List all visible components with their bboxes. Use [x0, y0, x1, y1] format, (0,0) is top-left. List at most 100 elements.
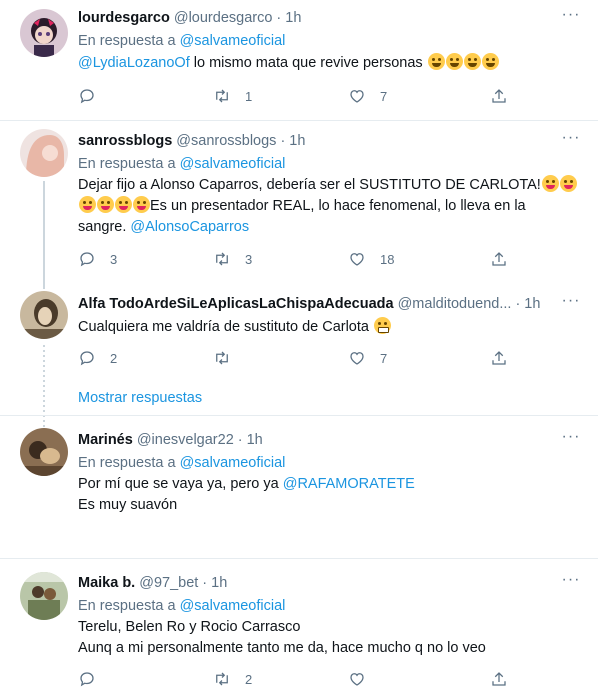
reply-to-link[interactable]: @salvameoficial: [180, 455, 286, 471]
timestamp[interactable]: 1h: [247, 430, 263, 450]
reply-button[interactable]: [78, 87, 213, 105]
retweet-button[interactable]: [213, 349, 348, 367]
reply-to-link[interactable]: @salvameoficial: [180, 33, 286, 49]
timestamp[interactable]: 1h: [285, 8, 301, 28]
reply-to-link[interactable]: @salvameoficial: [180, 598, 286, 614]
user-handle[interactable]: @malditoduend...: [398, 294, 512, 314]
more-icon[interactable]: ···: [560, 293, 582, 314]
separator-dot: ·: [280, 133, 286, 149]
share-icon: [492, 252, 506, 266]
user-handle[interactable]: @lourdesgarco: [174, 8, 273, 28]
user-handle[interactable]: @inesvelgar22: [137, 430, 234, 450]
separator-dot: ·: [515, 296, 521, 312]
tweet-actions: 2: [78, 669, 508, 689]
user-handle[interactable]: @97_bet: [139, 573, 198, 593]
tweet-text-line: Aunq a mi personalmente tanto me da, hac…: [78, 640, 486, 656]
like-count: 7: [380, 88, 388, 104]
rofl-emoji-icon: [445, 53, 463, 70]
tweet-text: @LydiaLozanoOf lo mismo mata que revive …: [78, 53, 582, 74]
avatar[interactable]: [20, 572, 68, 620]
tweet-text-line: Por mí que se vaya ya, pero ya: [78, 476, 283, 492]
reply-button[interactable]: [78, 670, 213, 688]
timestamp[interactable]: 1h: [211, 573, 227, 593]
retweet-count: 2: [245, 671, 253, 687]
timestamp[interactable]: 1h: [524, 294, 540, 314]
share-icon: [492, 672, 506, 686]
retweet-count: 1: [245, 88, 253, 104]
share-button[interactable]: [490, 250, 508, 268]
reply-button[interactable]: 2: [78, 349, 213, 367]
tweet-text-line: Dejar fijo a Alonso Caparros, debería se…: [78, 177, 541, 193]
thread-line: [43, 281, 45, 289]
joy-emoji-icon: [427, 53, 445, 70]
more-icon[interactable]: ···: [560, 7, 582, 28]
tweet-actions: 3 3 18: [78, 249, 508, 269]
tweet-maika[interactable]: Maika b. @97_bet · 1h En respuesta a @sa…: [0, 559, 598, 699]
tweet-text-body: lo mismo mata que revive personas: [189, 55, 427, 71]
reply-prefix: En respuesta a: [78, 598, 176, 614]
reply-context: En respuesta a @salvameoficial: [78, 453, 582, 473]
reply-count: 2: [110, 350, 118, 366]
thread-line: [43, 181, 45, 281]
show-replies-link[interactable]: Mostrar respuestas: [78, 388, 202, 408]
tweet-actions: 1 7: [78, 86, 508, 106]
reply-context: En respuesta a @salvameoficial: [78, 31, 582, 51]
tongue-wink-emoji-icon: [97, 196, 114, 213]
mention-link[interactable]: @AlonsoCaparros: [130, 219, 249, 235]
timestamp[interactable]: 1h: [289, 131, 305, 151]
reply-icon: [80, 252, 94, 267]
tweet-text-line: Terelu, Belen Ro y Rocio Carrasco: [78, 619, 301, 635]
retweet-button[interactable]: 2: [213, 670, 348, 688]
like-icon: [350, 352, 364, 365]
avatar[interactable]: [20, 129, 68, 177]
tweet-text-line: sangre.: [78, 219, 131, 235]
tweet-text: Terelu, Belen Ro y Rocio Carrasco Aunq a…: [78, 617, 582, 659]
user-name[interactable]: Alfa TodoArdeSiLeAplicasLaChispaAdecuada: [78, 294, 394, 314]
like-button[interactable]: 7: [348, 349, 483, 367]
separator-dot: ·: [237, 432, 243, 448]
reply-button[interactable]: 3: [78, 250, 213, 268]
thread-dots: [43, 345, 45, 457]
tweet-lourdesgarco[interactable]: lourdesgarco @lourdesgarco · 1h En respu…: [0, 0, 598, 120]
user-name[interactable]: lourdesgarco: [78, 8, 170, 28]
retweet-icon: [216, 252, 228, 266]
mention-link[interactable]: @LydiaLozanoOf: [78, 55, 190, 71]
tweet-alfa[interactable]: Alfa TodoArdeSiLeAplicasLaChispaAdecuada…: [0, 281, 598, 457]
like-button[interactable]: [348, 670, 483, 688]
user-name[interactable]: sanrossblogs: [78, 131, 172, 151]
tweet-text: Cualquiera me valdría de sustituto de Ca…: [78, 317, 582, 338]
tweet-text-body: Cualquiera me valdría de sustituto de Ca…: [78, 319, 373, 335]
mention-link[interactable]: @RAFAMORATETE: [283, 476, 415, 492]
share-button[interactable]: [490, 349, 508, 367]
share-button[interactable]: [490, 87, 508, 105]
tweet-sanrossblogs[interactable]: sanrossblogs @sanrossblogs · 1h En respu…: [0, 121, 598, 281]
rofl-emoji-icon: [481, 53, 499, 70]
avatar[interactable]: [20, 291, 68, 339]
like-button[interactable]: 7: [348, 87, 483, 105]
share-button[interactable]: [490, 670, 508, 688]
avatar[interactable]: [20, 428, 68, 476]
avatar[interactable]: [20, 9, 68, 57]
retweet-icon: [216, 672, 228, 686]
share-icon: [492, 89, 506, 103]
user-name[interactable]: Maika b.: [78, 573, 135, 593]
separator-dot: ·: [202, 575, 208, 591]
tweet-marines[interactable]: Marinés @inesvelgar22 · 1h En respuesta …: [0, 416, 598, 558]
tongue-wink-emoji-icon: [541, 175, 559, 192]
more-icon[interactable]: ···: [560, 429, 582, 450]
reply-context: En respuesta a @salvameoficial: [78, 154, 582, 174]
retweet-button[interactable]: 1: [213, 87, 348, 105]
more-icon[interactable]: ···: [560, 572, 582, 593]
reply-context: En respuesta a @salvameoficial: [78, 596, 582, 616]
user-name[interactable]: Marinés: [78, 430, 133, 450]
tweet-text: Dejar fijo a Alonso Caparros, debería se…: [78, 175, 582, 238]
like-button[interactable]: 18: [348, 250, 483, 268]
reply-prefix: En respuesta a: [78, 33, 176, 49]
retweet-button[interactable]: 3: [213, 250, 348, 268]
more-icon[interactable]: ···: [560, 130, 582, 151]
reply-icon: [80, 351, 94, 366]
like-count: 7: [380, 350, 388, 366]
reply-to-link[interactable]: @salvameoficial: [180, 156, 286, 172]
tongue-wink-emoji-icon: [559, 175, 577, 192]
user-handle[interactable]: @sanrossblogs: [176, 131, 276, 151]
